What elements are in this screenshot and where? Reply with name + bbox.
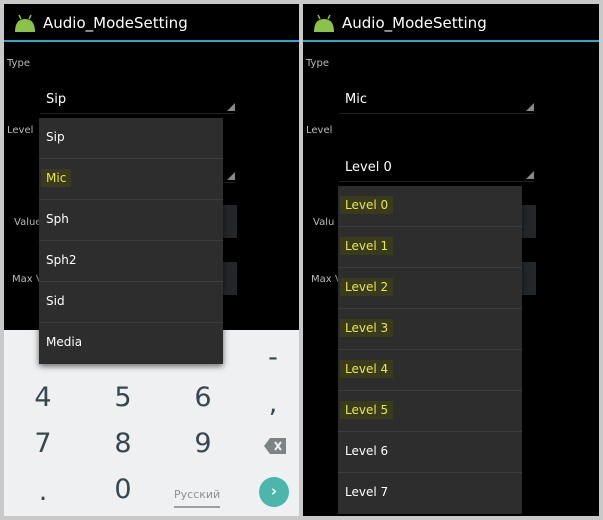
type-value: Mic — [345, 92, 367, 107]
right-screen: Audio_ModeSetting Type Mic Level Level 0… — [303, 4, 599, 516]
dropdown-option[interactable]: Sph2 — [39, 241, 223, 282]
level-label: Level — [306, 125, 333, 136]
key-minus[interactable]: - — [253, 342, 293, 373]
level-value: Level 0 — [345, 160, 392, 175]
key-7[interactable]: 7 — [23, 428, 63, 459]
dropdown-option[interactable]: Level 0 — [338, 186, 522, 227]
option-label: Sph — [46, 212, 69, 226]
dropdown-option[interactable]: Level 1 — [338, 227, 522, 268]
app-title: Audio_ModeSetting — [342, 14, 487, 32]
dropdown-option[interactable]: Level 6 — [338, 432, 522, 473]
option-label: Level 5 — [340, 401, 394, 419]
backspace-icon[interactable] — [264, 438, 286, 454]
option-label: Sip — [46, 130, 65, 144]
dropdown-triangle-icon — [227, 172, 235, 180]
type-label: Type — [7, 58, 30, 69]
android-icon — [15, 14, 35, 32]
option-label: Media — [46, 335, 83, 349]
key-5[interactable]: 5 — [103, 382, 143, 413]
dropdown-option[interactable]: Sid — [39, 282, 223, 323]
option-label: Level 2 — [340, 278, 394, 296]
level-label: Level — [7, 125, 34, 136]
type-dropdown: Sip Mic Sph Sph2 Sid Media — [39, 118, 223, 364]
key-4[interactable]: 4 — [23, 382, 63, 413]
dropdown-option[interactable]: Level 3 — [338, 309, 522, 350]
type-value: Sip — [46, 92, 67, 107]
dropdown-option[interactable]: Mic — [39, 159, 223, 200]
key-comma[interactable]: , — [253, 388, 293, 419]
dropdown-option[interactable]: Level 5 — [338, 391, 522, 432]
option-label: Level 1 — [340, 237, 394, 255]
app-title: Audio_ModeSetting — [43, 14, 188, 32]
level-spinner[interactable]: Level 0 — [339, 158, 534, 182]
language-switch[interactable]: Русский — [174, 488, 221, 508]
dropdown-triangle-icon — [526, 171, 534, 179]
key-6[interactable]: 6 — [183, 382, 223, 413]
dropdown-option[interactable]: Sip — [39, 118, 223, 159]
dropdown-triangle-icon — [526, 103, 534, 111]
android-icon — [314, 14, 334, 32]
key-8[interactable]: 8 — [103, 428, 143, 459]
option-label: Level 7 — [345, 485, 389, 499]
key-9[interactable]: 9 — [183, 428, 223, 459]
type-spinner[interactable]: Sip — [40, 90, 235, 114]
dropdown-option[interactable]: Media — [39, 323, 223, 364]
option-label: Mic — [41, 169, 72, 187]
dropdown-option[interactable]: Level 7 — [338, 473, 522, 514]
value-label: Valu — [313, 217, 335, 228]
arrow-right-icon: › — [270, 482, 278, 500]
value-label: Value — [14, 217, 42, 228]
option-label: Level 3 — [340, 319, 394, 337]
dropdown-option[interactable]: Level 4 — [338, 350, 522, 391]
option-label: Level 0 — [340, 196, 394, 214]
option-label: Sid — [46, 294, 65, 308]
left-screen: Audio_ModeSetting Type Sip Level Value M… — [4, 4, 299, 516]
option-label: Level 4 — [340, 360, 394, 378]
type-spinner[interactable]: Mic — [339, 90, 534, 114]
key-period[interactable]: . — [23, 476, 63, 507]
option-label: Sph2 — [46, 253, 77, 267]
dropdown-option[interactable]: Sph — [39, 200, 223, 241]
type-label: Type — [306, 58, 329, 69]
go-button[interactable]: › — [259, 477, 289, 507]
action-bar: Audio_ModeSetting — [303, 4, 599, 42]
key-0[interactable]: 0 — [103, 474, 143, 505]
dropdown-triangle-icon — [227, 103, 235, 111]
dropdown-option[interactable]: Level 2 — [338, 268, 522, 309]
option-label: Level 6 — [345, 444, 389, 458]
level-dropdown: Level 0 Level 1 Level 2 Level 3 Level 4 … — [338, 186, 522, 514]
action-bar: Audio_ModeSetting — [4, 4, 299, 42]
